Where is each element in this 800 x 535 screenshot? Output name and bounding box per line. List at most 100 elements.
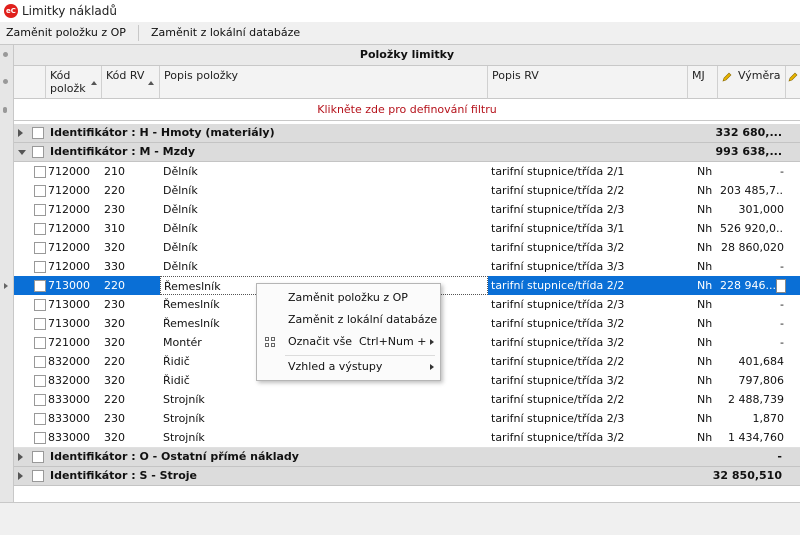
group-label: Identifikátor : S - Stroje [50, 469, 198, 482]
group-row-s[interactable]: Identifikátor : S - Stroje 32 850,510 [14, 467, 800, 486]
cell-vymera: - [780, 260, 784, 273]
expand-icon[interactable] [18, 129, 23, 137]
row-checkbox[interactable] [34, 413, 46, 425]
cell-kod-rv: 220 [104, 279, 125, 292]
cell-vymera: 401,684 [738, 355, 785, 368]
table-row[interactable]: 833000 230 Strojník tarifní stupnice/tří… [14, 409, 800, 429]
menu-item-label: Označit vše [288, 335, 353, 348]
column-header-vymera[interactable]: Výměra [718, 66, 786, 99]
group-label: Identifikátor : H - Hmoty (materiály) [50, 126, 275, 139]
expand-icon[interactable] [18, 453, 23, 461]
column-header-next[interactable] [786, 66, 800, 99]
table-row[interactable]: 833000 220 Strojník tarifní stupnice/tří… [14, 390, 800, 410]
cell-kod: 713000 [48, 298, 90, 311]
cell-popis: Dělník [163, 165, 198, 178]
menu-item-view-outputs[interactable]: Vzhled a výstupy [257, 356, 440, 378]
cell-kod: 833000 [48, 412, 90, 425]
cell-vymera: - [780, 336, 784, 349]
cell-kod-rv: 220 [104, 393, 125, 406]
cell-popis-rv: tarifní stupnice/třída 3/2 [491, 241, 625, 254]
group-checkbox[interactable] [32, 127, 44, 139]
cell-kod: 833000 [48, 393, 90, 406]
expand-icon[interactable] [18, 472, 23, 480]
table-row[interactable]: 712000 220 Dělník tarifní stupnice/třída… [14, 181, 800, 201]
row-checkbox[interactable] [34, 261, 46, 273]
sort-ascending-icon [148, 81, 154, 85]
row-checkbox[interactable] [34, 223, 46, 235]
column-header-popis-rv[interactable]: Popis RV [488, 66, 688, 99]
cell-popis-rv: tarifní stupnice/třída 2/2 [491, 279, 625, 292]
table-row[interactable]: 712000 230 Dělník tarifní stupnice/třída… [14, 200, 800, 220]
cell-vymera: - [780, 298, 784, 311]
cell-kod-rv: 230 [104, 203, 125, 216]
cell-mj: Nh [697, 412, 713, 425]
band-header: Položky limitky [14, 45, 800, 66]
cell-kod-rv: 310 [104, 222, 125, 235]
row-checkbox[interactable] [34, 166, 46, 178]
cell-popis: Řidič [163, 355, 190, 368]
cell-popis: Dělník [163, 241, 198, 254]
cell-popis: Dělník [163, 203, 198, 216]
group-checkbox[interactable] [32, 451, 44, 463]
row-checkbox[interactable] [34, 318, 46, 330]
cell-kod: 712000 [48, 165, 90, 178]
table-row[interactable]: 712000 330 Dělník tarifní stupnice/třída… [14, 257, 800, 277]
table-row[interactable]: 712000 210 Dělník tarifní stupnice/třída… [14, 162, 800, 182]
cell-kod: 721000 [48, 336, 90, 349]
cell-kod-rv: 320 [104, 317, 125, 330]
cell-popis-rv: tarifní stupnice/třída 2/3 [491, 298, 625, 311]
header-indicator-icon[interactable] [3, 79, 8, 84]
cell-edit-button[interactable] [776, 279, 786, 293]
collapse-icon[interactable] [18, 150, 26, 155]
replace-from-local-db-button[interactable]: Zaměnit z lokální databáze [151, 26, 300, 39]
horizontal-scrollbar[interactable] [0, 502, 800, 535]
cell-kod: 712000 [48, 184, 90, 197]
row-checkbox[interactable] [34, 432, 46, 444]
column-header-expander [14, 66, 46, 99]
cell-mj: Nh [697, 260, 713, 273]
cell-popis-rv: tarifní stupnice/třída 2/3 [491, 412, 625, 425]
cell-mj: Nh [697, 374, 713, 387]
cell-popis-rv: tarifní stupnice/třída 2/1 [491, 165, 625, 178]
cell-popis-rv: tarifní stupnice/třída 2/2 [491, 393, 625, 406]
group-checkbox[interactable] [32, 470, 44, 482]
cell-kod: 712000 [48, 241, 90, 254]
menu-item-select-all[interactable]: Označit vše Ctrl+Num + [257, 331, 440, 353]
cell-popis: Řemeslník [163, 317, 220, 330]
group-row-h[interactable]: Identifikátor : H - Hmoty (materiály) 33… [14, 124, 800, 143]
table-row[interactable]: 712000 310 Dělník tarifní stupnice/třída… [14, 219, 800, 239]
cell-vymera: 28 860,020 [721, 241, 784, 254]
row-checkbox[interactable] [34, 337, 46, 349]
row-checkbox[interactable] [34, 394, 46, 406]
cell-popis-rv: tarifní stupnice/třída 2/2 [491, 355, 625, 368]
row-checkbox[interactable] [34, 242, 46, 254]
group-row-o[interactable]: Identifikátor : O - Ostatní přímé náklad… [14, 448, 800, 467]
row-checkbox[interactable] [34, 185, 46, 197]
column-header-mj[interactable]: MJ [688, 66, 718, 99]
cell-mj: Nh [697, 222, 713, 235]
row-checkbox[interactable] [34, 280, 46, 292]
cell-popis-rv: tarifní stupnice/třída 3/3 [491, 260, 625, 273]
row-checkbox[interactable] [34, 204, 46, 216]
cell-kod: 832000 [48, 355, 90, 368]
row-checkbox[interactable] [34, 375, 46, 387]
toolbar: Zaměnit položku z OP Zaměnit z lokální d… [0, 22, 800, 45]
cell-mj: Nh [697, 184, 713, 197]
submenu-arrow-icon [430, 364, 434, 370]
menu-item-replace-from-local-db[interactable]: Zaměnit z lokální databáze [257, 309, 440, 331]
cell-vymera: 2 488,739 [728, 393, 784, 406]
table-row[interactable]: 833000 320 Strojník tarifní stupnice/tří… [14, 428, 800, 448]
cell-mj: Nh [697, 336, 713, 349]
row-checkbox[interactable] [34, 299, 46, 311]
column-header-popis-polozky[interactable]: Popis položky [160, 66, 488, 99]
filter-row[interactable]: Klikněte zde pro definování filtru [14, 100, 800, 121]
menu-item-replace-from-op[interactable]: Zaměnit položku z OP [257, 287, 440, 309]
table-row[interactable]: 712000 320 Dělník tarifní stupnice/třída… [14, 238, 800, 258]
replace-from-op-button[interactable]: Zaměnit položku z OP [6, 26, 126, 39]
group-row-m[interactable]: Identifikátor : M - Mzdy 993 638,... [14, 143, 800, 162]
app-logo-icon: eC [4, 4, 18, 18]
cell-mj: Nh [697, 298, 713, 311]
group-checkbox[interactable] [32, 146, 44, 158]
row-checkbox[interactable] [34, 356, 46, 368]
data-grid: Položky limitky Kód položk Kód RV Popis … [0, 44, 800, 503]
